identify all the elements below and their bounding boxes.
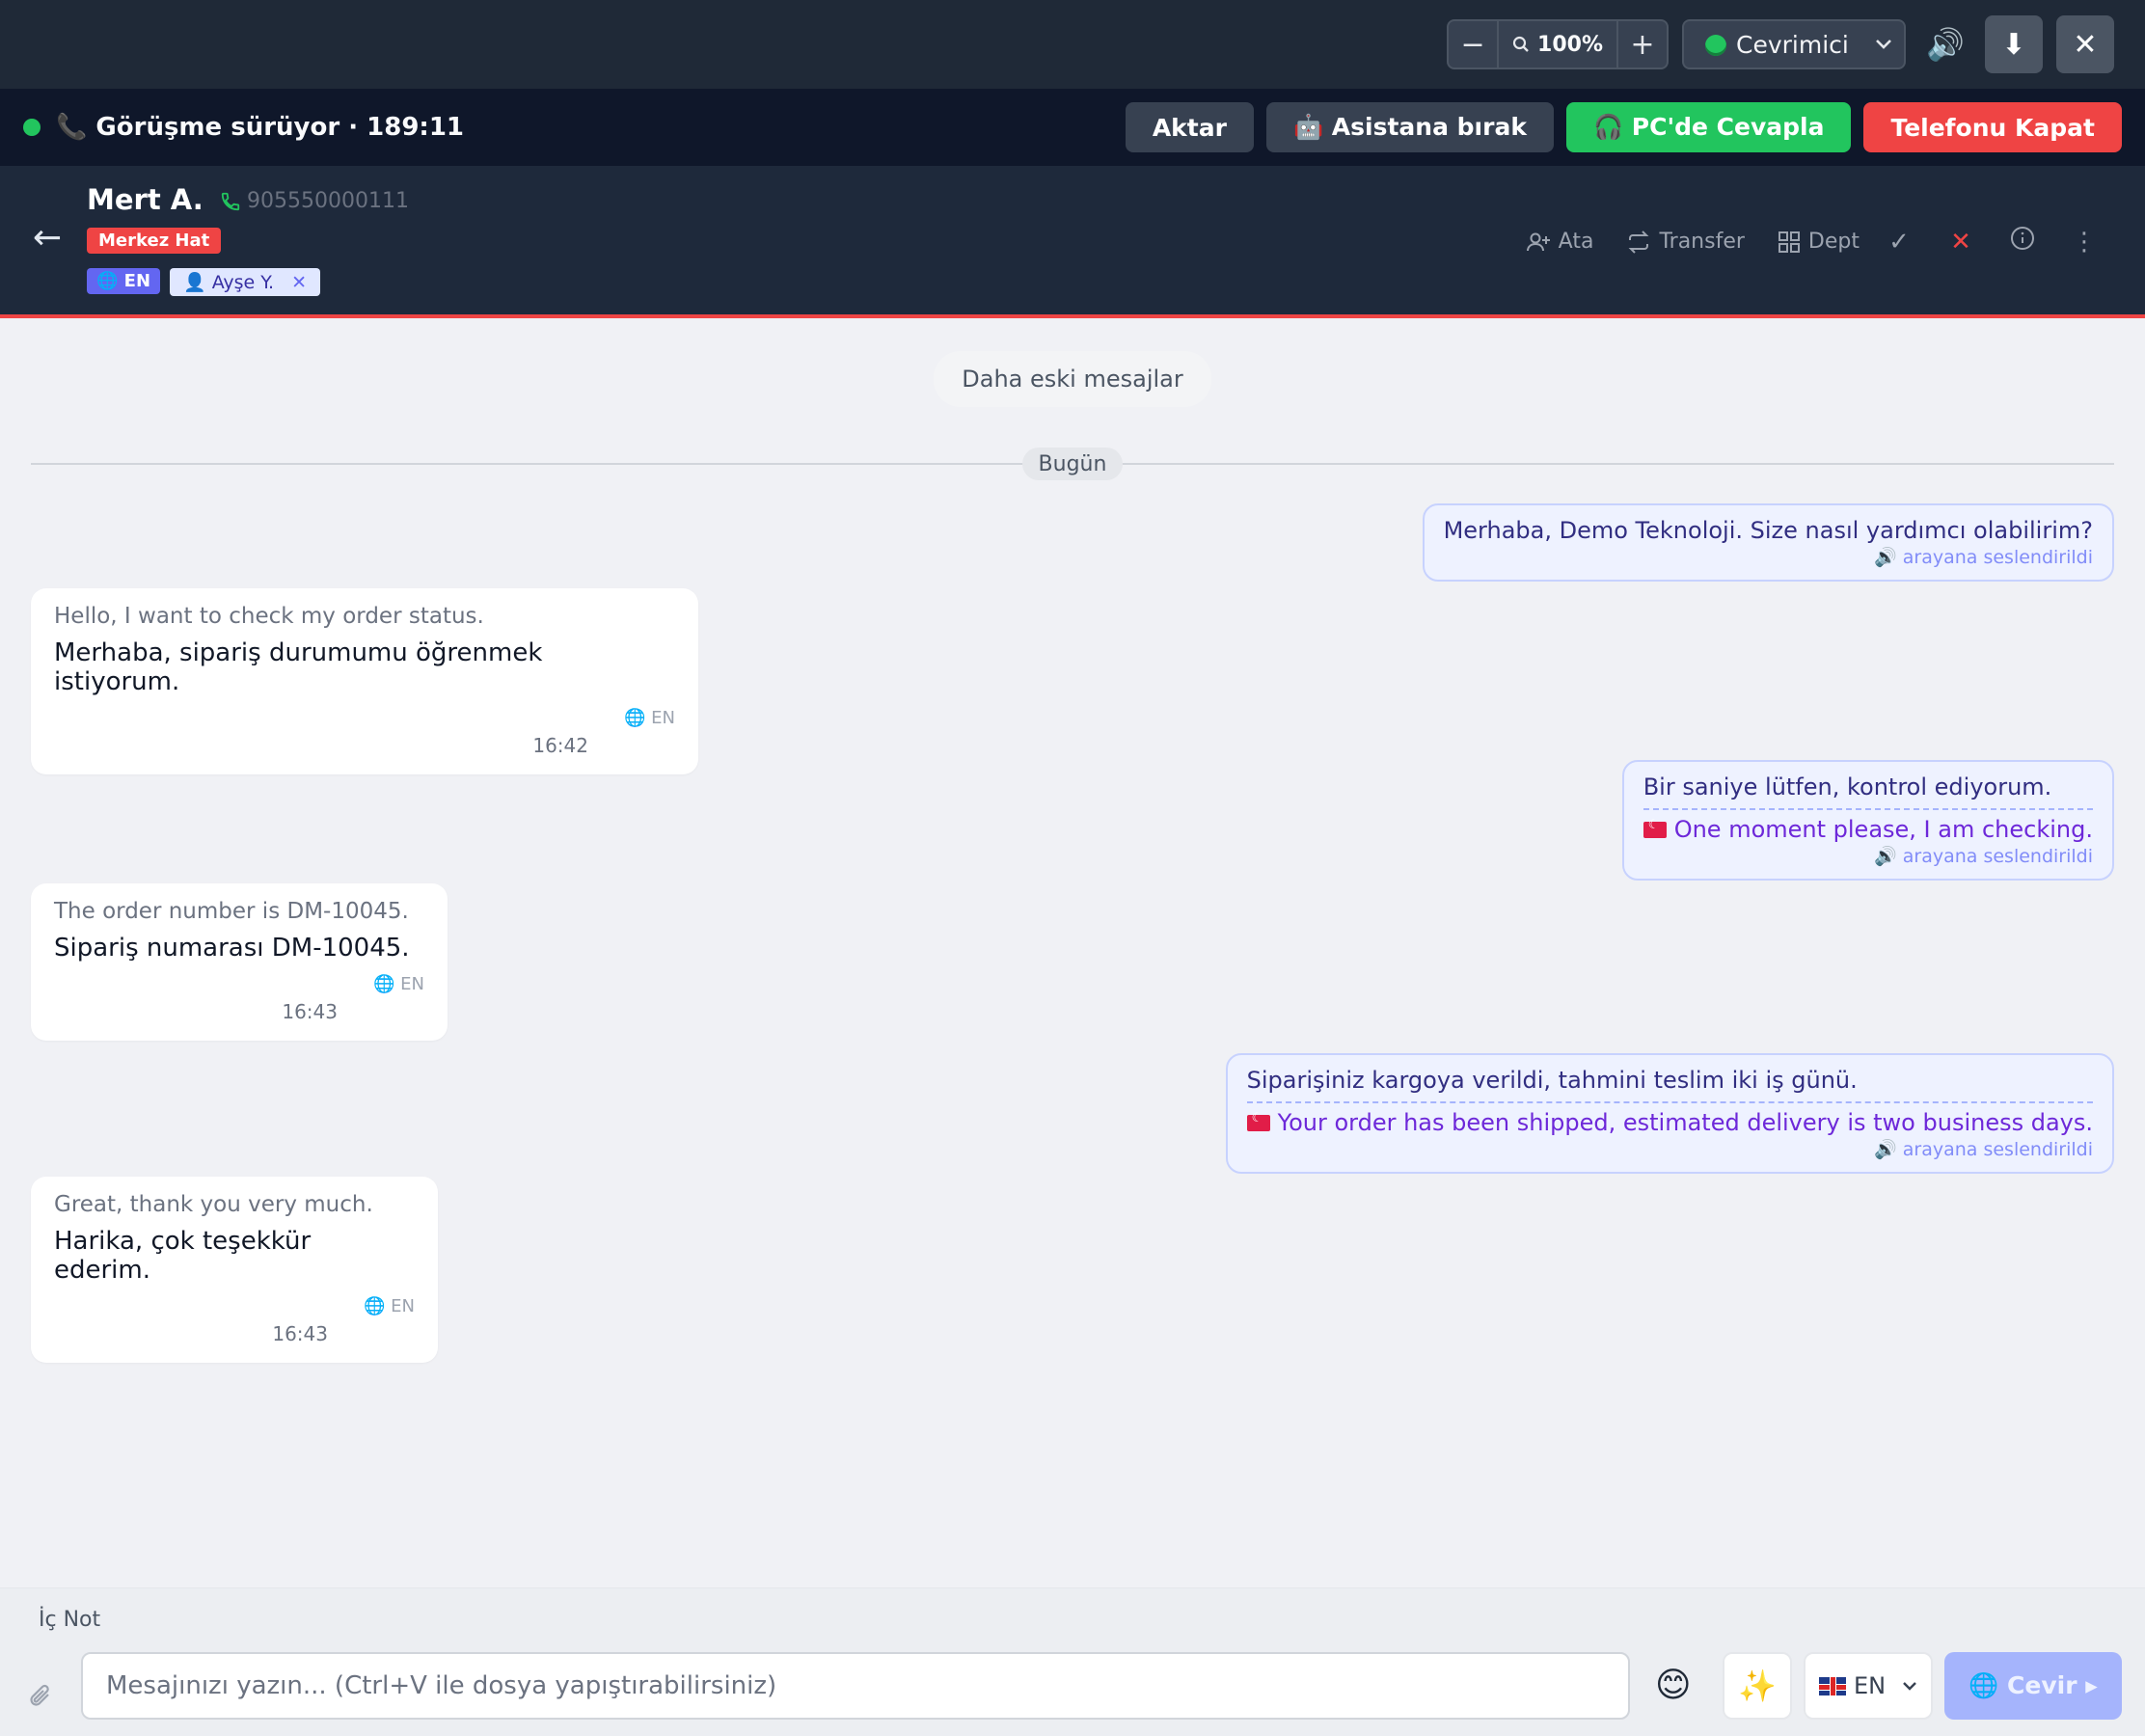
chevron-down-icon <box>1903 1682 1916 1691</box>
message-translation: Your order has been shipped, estimated d… <box>1246 1101 2093 1136</box>
older-messages-button[interactable]: Daha eski mesajlar <box>934 351 1211 407</box>
globe-icon: 🌐 <box>364 1296 386 1316</box>
message-time: 16:42 <box>532 734 588 757</box>
phone-icon <box>221 192 240 210</box>
answer-on-pc-button[interactable]: 🎧 PC'de Cevapla <box>1565 102 1852 152</box>
remove-agent-icon[interactable]: ✕ <box>291 272 307 293</box>
grid-icon <box>1778 231 1800 253</box>
translated-text: Harika, çok teşekkür ederim. <box>54 1227 312 1285</box>
zoom-out-button[interactable]: − <box>1449 21 1497 68</box>
message-text: Bir saniye lütfen, kontrol ediyorum. <box>1643 773 2052 800</box>
zoom-in-button[interactable]: + <box>1618 21 1667 68</box>
contact-phone-number: 905550000111 <box>247 189 409 213</box>
language-badge: 🌐 EN <box>87 268 161 294</box>
language-tag: 🌐 EN <box>54 1296 415 1316</box>
top-toolbar: − 100% + Cevrimici 🔊 ⬇ ✕ <box>0 0 2145 89</box>
translate-button[interactable]: 🌐 Cevir ▸ <box>1944 1652 2122 1720</box>
message-text: Merhaba, Demo Teknoloji. Size nasıl yard… <box>1443 517 2093 544</box>
presence-status-select[interactable]: Cevrimici <box>1682 19 1906 69</box>
globe-icon: 🌐 <box>373 974 395 994</box>
info-icon[interactable] <box>2000 226 2045 258</box>
emoji-icon[interactable]: 😊 <box>1655 1666 1692 1705</box>
message-composer: İç Not 😊 ✨ EN 🌐 Cevir ▸ <box>0 1587 2145 1736</box>
globe-icon: 🌐 <box>624 708 646 728</box>
language-tag: 🌐 EN <box>54 708 675 728</box>
outgoing-message: Merhaba, Demo Teknoloji. Size nasıl yard… <box>1422 503 2114 582</box>
contact-header: ← Mert A. 905550000111 Merkez Hat 🌐 EN 👤… <box>0 166 2145 318</box>
original-text: Great, thank you very much. <box>54 1192 373 1217</box>
active-call-bar: 📞 Görüşme sürüyor · 189:11 Aktar 🤖 Asist… <box>0 89 2145 166</box>
translation-text: Your order has been shipped, estimated d… <box>1277 1109 2093 1136</box>
transfer-arrows-icon <box>1629 230 1649 254</box>
resolve-check-icon[interactable]: ✓ <box>1877 228 1921 257</box>
call-transfer-button[interactable]: Aktar <box>1125 102 1254 152</box>
original-text: The order number is DM-10045. <box>54 899 409 924</box>
target-language-select[interactable]: EN <box>1804 1652 1933 1720</box>
contact-name: Mert A. <box>87 183 204 216</box>
call-status: 📞 Görüşme sürüyor · 189:11 <box>56 113 464 142</box>
language-code: EN <box>391 1296 415 1316</box>
uk-flag-icon <box>1819 1677 1846 1695</box>
translated-text: Merhaba, sipariş durumumu öğrenmek istiy… <box>54 638 543 696</box>
target-language-value: EN <box>1854 1672 1887 1699</box>
presence-status-value: Cevrimici <box>1736 30 1849 59</box>
assigned-agent-badge: 👤 Ayşe Y. ✕ <box>170 268 320 296</box>
more-options-icon[interactable]: ⋮ <box>2062 228 2106 257</box>
zoom-reset-button[interactable]: 100% <box>1497 21 1618 68</box>
incoming-message: Great, thank you very much. Harika, çok … <box>31 1177 438 1363</box>
message-time: 16:43 <box>272 1322 328 1345</box>
speaker-icon[interactable]: 🔊 <box>1919 19 1971 69</box>
translated-text: Sipariş numarası DM-10045. <box>54 934 410 963</box>
turkey-flag-icon <box>1246 1111 1270 1131</box>
incoming-message: Hello, I want to check my order status. … <box>31 588 698 774</box>
transfer-button[interactable]: Transfer <box>1626 230 1745 254</box>
language-code: EN <box>400 974 424 994</box>
hand-to-assistant-button[interactable]: 🤖 Asistana bırak <box>1265 102 1554 152</box>
attachment-icon[interactable] <box>27 1681 56 1720</box>
transfer-label: Transfer <box>1659 230 1745 254</box>
outgoing-message: Bir saniye lütfen, kontrol ediyorum. One… <box>1621 760 2114 881</box>
zoom-level: 100% <box>1537 32 1603 57</box>
hang-up-button[interactable]: Telefonu Kapat <box>1863 102 2122 152</box>
department-button[interactable]: Dept <box>1778 230 1860 254</box>
online-dot-icon <box>1705 34 1726 56</box>
assigned-agent-name: 👤 Ayşe Y. <box>183 272 275 293</box>
message-input[interactable] <box>81 1652 1630 1720</box>
message-text: Siparişiniz kargoya verildi, tahmini tes… <box>1246 1067 1858 1094</box>
language-tag: 🌐 EN <box>54 974 424 994</box>
outgoing-message: Siparişiniz kargoya verildi, tahmini tes… <box>1225 1053 2114 1174</box>
spoken-status: 🔊 arayana seslendirildi <box>1874 846 2093 867</box>
back-arrow-icon[interactable]: ← <box>33 218 62 258</box>
original-text: Hello, I want to check my order status. <box>54 604 484 629</box>
line-badge: Merkez Hat <box>87 228 222 254</box>
assign-button[interactable]: Ata <box>1526 230 1594 254</box>
magnifier-icon <box>1512 36 1529 52</box>
chat-area: Daha eski mesajlar Bugün Merhaba, Demo T… <box>0 322 2145 1587</box>
message-translation: One moment please, I am checking. <box>1643 808 2093 843</box>
internal-note-toggle[interactable]: İç Not <box>39 1608 100 1632</box>
message-time: 16:43 <box>282 1000 338 1023</box>
contact-phone: 905550000111 <box>220 189 409 213</box>
assign-label: Ata <box>1558 230 1594 254</box>
language-code: EN <box>651 708 675 728</box>
download-button[interactable]: ⬇ <box>1985 15 2043 73</box>
chevron-down-icon <box>1876 40 1891 49</box>
turkey-flag-icon <box>1643 818 1667 838</box>
ai-assist-button[interactable]: ✨ <box>1723 1652 1792 1720</box>
department-label: Dept <box>1807 230 1860 254</box>
call-active-indicator <box>23 119 41 136</box>
close-conversation-icon[interactable]: ✕ <box>1939 228 1983 257</box>
spoken-status: 🔊 arayana seslendirildi <box>1874 1139 2093 1160</box>
zoom-control: − 100% + <box>1447 19 1669 69</box>
user-plus-icon <box>1526 232 1550 251</box>
spoken-status: 🔊 arayana seslendirildi <box>1874 547 2093 568</box>
translation-text: One moment please, I am checking. <box>1673 816 2093 843</box>
close-window-button[interactable]: ✕ <box>2056 15 2114 73</box>
contact-actions: Ata Transfer Dept ✓ ✕ ⋮ <box>1510 226 2106 258</box>
call-actions: Aktar 🤖 Asistana bırak 🎧 PC'de Cevapla T… <box>1125 102 2122 152</box>
day-label: Bugün <box>1022 448 1123 480</box>
incoming-message: The order number is DM-10045. Sipariş nu… <box>31 883 448 1041</box>
